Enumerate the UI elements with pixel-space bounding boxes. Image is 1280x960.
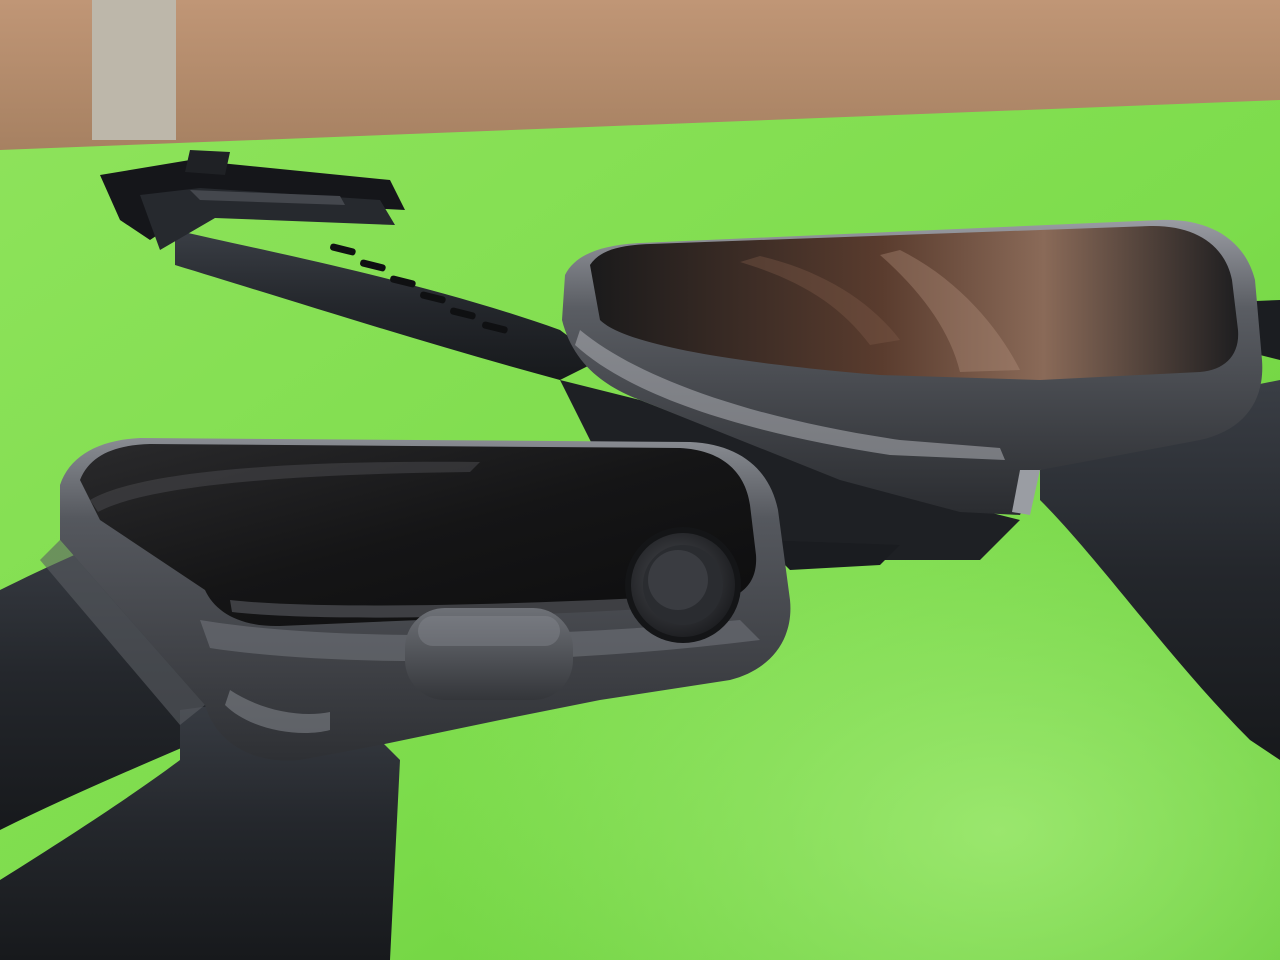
photo-illustration (0, 0, 1280, 960)
digital-crown (625, 527, 741, 643)
photo-scene (0, 0, 1280, 960)
